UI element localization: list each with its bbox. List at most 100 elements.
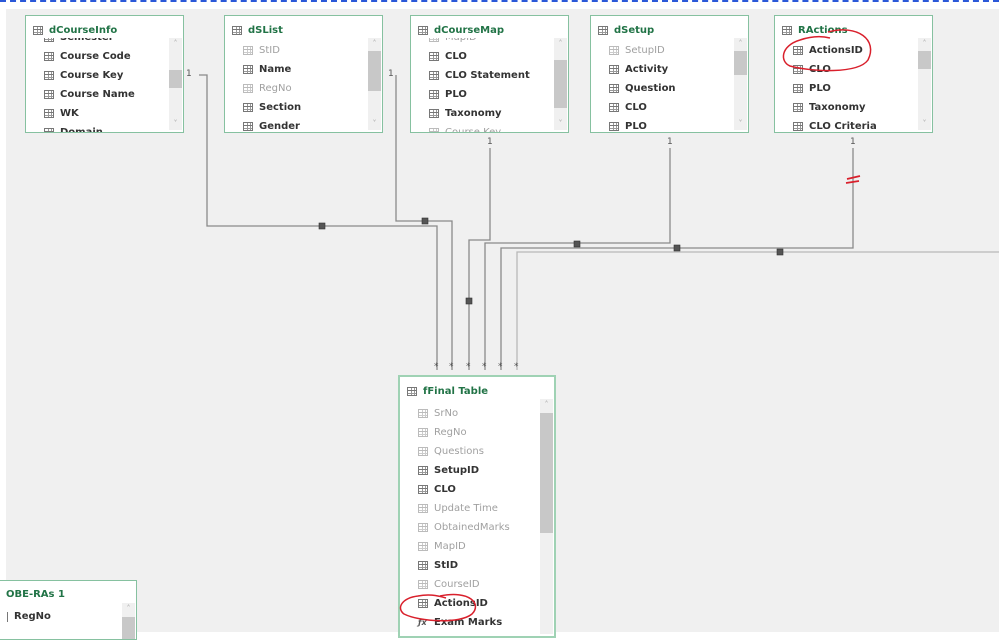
table-obe-ras[interactable]: OBE-RAs 1 RegNo ˄	[0, 580, 137, 640]
scrollbar[interactable]: ˄ ˅	[368, 38, 381, 130]
scroll-down-icon[interactable]: ˅	[554, 118, 567, 130]
field-item[interactable]: Course Key	[44, 66, 123, 85]
scrollbar[interactable]: ˄	[122, 603, 135, 639]
field-item[interactable]: CLO Statement	[429, 66, 530, 85]
field-item[interactable]: ObtainedMarks	[418, 518, 510, 537]
column-icon	[418, 428, 428, 437]
table-dsetup[interactable]: dSetup SetupID Activity Question CLO PLO…	[590, 15, 749, 133]
table-header[interactable]: dSetup	[598, 22, 654, 38]
field-item[interactable]: Course Key	[429, 123, 501, 132]
field-item[interactable]: ƒx Exam Marks	[418, 613, 502, 632]
scroll-down-icon[interactable]: ˅	[918, 118, 931, 130]
field-item[interactable]: MapID	[418, 537, 466, 556]
field-item[interactable]: Course Code	[44, 47, 131, 66]
scroll-thumb[interactable]	[540, 413, 553, 533]
field-item[interactable]: WK	[44, 104, 79, 123]
column-icon	[429, 109, 439, 118]
scroll-up-icon[interactable]: ˄	[169, 38, 182, 50]
scroll-up-icon[interactable]: ˄	[734, 38, 747, 50]
field-list: Semester Course Code Course Key Course N…	[26, 38, 169, 132]
scroll-up-icon[interactable]: ˄	[918, 38, 931, 50]
field-item[interactable]: StID	[418, 556, 458, 575]
table-header[interactable]: dSList	[232, 22, 283, 38]
field-item[interactable]: ActionsID	[418, 594, 488, 613]
field-item[interactable]: PLO	[609, 117, 647, 132]
field-item[interactable]: ActionsID	[793, 41, 863, 60]
table-dslist[interactable]: dSList StID Name RegNo Section Gender ˄ ˅	[224, 15, 383, 133]
scrollbar[interactable]: ˄ ˅	[554, 38, 567, 130]
scroll-thumb[interactable]	[368, 51, 381, 91]
scroll-down-icon[interactable]: ˅	[368, 118, 381, 130]
column-icon	[418, 447, 428, 456]
field-item[interactable]: Gender	[243, 117, 300, 132]
column-icon	[609, 65, 619, 74]
scroll-thumb[interactable]	[122, 617, 135, 639]
field-item[interactable]: RegNo	[418, 423, 467, 442]
field-item[interactable]: PLO	[793, 79, 831, 98]
field-item[interactable]: CLO	[793, 60, 831, 79]
scroll-thumb[interactable]	[554, 60, 567, 108]
field-item[interactable]: MapID	[429, 38, 477, 47]
field-item[interactable]: Semester	[44, 38, 114, 47]
scrollbar[interactable]: ˄ ˅	[918, 38, 931, 130]
table-dcoursemap[interactable]: dCourseMap MapID CLO CLO Statement PLO T…	[410, 15, 569, 133]
table-ractions[interactable]: RActions ActionsID CLO PLO Taxonomy CLO …	[774, 15, 933, 133]
scroll-up-icon[interactable]: ˄	[554, 38, 567, 50]
field-item[interactable]: SrNo	[418, 404, 458, 423]
field-item[interactable]: CourseID	[418, 575, 480, 594]
column-icon	[429, 38, 439, 42]
scroll-thumb[interactable]	[918, 51, 931, 69]
field-item[interactable]: Domain	[44, 123, 103, 132]
field-item[interactable]: CLO	[609, 98, 647, 117]
column-icon	[793, 122, 803, 131]
scroll-down-icon[interactable]: ˅	[734, 118, 747, 130]
scrollbar[interactable]: ˄	[540, 399, 553, 634]
column-icon	[243, 122, 253, 131]
scrollbar[interactable]: ˄ ˅	[734, 38, 747, 130]
table-dcourseinfo[interactable]: dCourseInfo Semester Course Code Course …	[25, 15, 184, 133]
field-item[interactable]: Section	[243, 98, 301, 117]
table-header[interactable]: fFinal Table	[407, 383, 488, 399]
field-item[interactable]: Course Name	[44, 85, 135, 104]
column-icon	[609, 103, 619, 112]
rel-direction-marker	[318, 222, 326, 230]
scroll-thumb[interactable]	[734, 51, 747, 75]
field-item[interactable]: Question	[609, 79, 676, 98]
table-header[interactable]: OBE-RAs 1	[6, 586, 65, 602]
field-item[interactable]: Taxonomy	[429, 104, 502, 123]
field-item[interactable]: CLO	[429, 47, 467, 66]
column-icon	[44, 52, 54, 61]
scroll-up-icon[interactable]: ˄	[368, 38, 381, 50]
field-item[interactable]: Update Time	[418, 499, 498, 518]
field-item[interactable]: CLO Criteria	[793, 117, 877, 132]
scroll-thumb[interactable]	[169, 70, 182, 88]
scroll-up-icon[interactable]: ˄	[540, 399, 553, 411]
column-icon	[418, 466, 428, 475]
field-item[interactable]: RegNo	[243, 79, 292, 98]
scrollbar[interactable]: ˄ ˅	[169, 38, 182, 130]
field-item[interactable]: Activity	[609, 60, 668, 79]
table-header[interactable]: RActions	[782, 22, 848, 38]
table-ffinal[interactable]: fFinal Table SrNo RegNo Questions SetupI…	[398, 375, 556, 638]
field-item[interactable]: Name	[243, 60, 291, 79]
scroll-down-icon[interactable]: ˅	[169, 118, 182, 130]
field-list: ActionsID CLO PLO Taxonomy CLO Criteria	[775, 38, 918, 132]
table-icon	[598, 25, 608, 35]
field-item[interactable]: PLO	[429, 85, 467, 104]
cardinality-one: 1	[388, 69, 394, 79]
field-item[interactable]: CLO	[418, 480, 456, 499]
column-icon	[793, 65, 803, 74]
table-header[interactable]: dCourseInfo	[33, 22, 117, 38]
field-item[interactable]: RegNo	[7, 607, 51, 626]
field-item[interactable]: SetupID	[418, 461, 479, 480]
field-list: SrNo RegNo Questions SetupID CLO Update …	[400, 404, 540, 636]
table-header[interactable]: dCourseMap	[418, 22, 504, 38]
rel-direction-marker	[776, 248, 784, 256]
field-item[interactable]: StID	[243, 41, 280, 60]
scroll-up-icon[interactable]: ˄	[122, 603, 135, 615]
field-item[interactable]: SetupID	[609, 41, 665, 60]
rel-line-dcoursemap	[468, 148, 491, 370]
field-item[interactable]: Taxonomy	[793, 98, 866, 117]
field-item[interactable]: Questions	[418, 442, 484, 461]
cardinality-many: *	[434, 362, 439, 372]
